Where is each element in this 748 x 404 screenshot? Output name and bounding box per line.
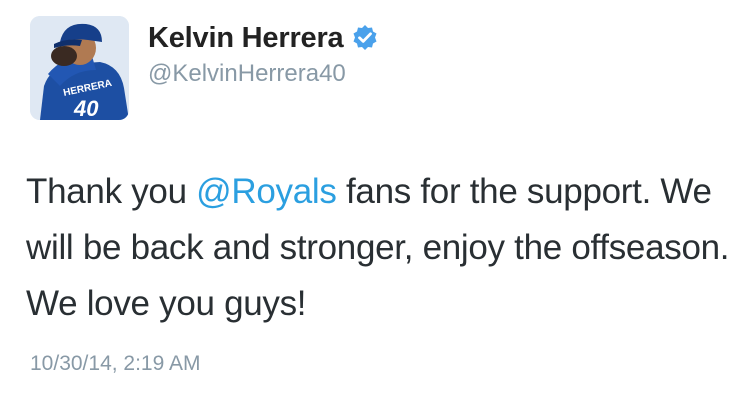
author-name-row: Kelvin Herrera [148,20,379,56]
tweet-timestamp[interactable]: 10/30/14, 2:19 AM [30,352,200,376]
author-display-name[interactable]: Kelvin Herrera [148,22,344,55]
avatar-image: HERRERA 40 [30,16,129,120]
mention-link[interactable]: @Royals [196,172,337,211]
tweet-text: Thank you @Royals fans for the support. … [26,164,746,332]
author-handle[interactable]: @KelvinHerrera40 [148,60,346,88]
verified-badge-icon [351,24,379,52]
tweet-card: HERRERA 40 Kelvin Herrera @KelvinHerrera… [0,0,748,404]
tweet-text-before: Thank you [26,172,197,211]
avatar-jersey-number: 40 [73,96,99,120]
avatar[interactable]: HERRERA 40 [30,16,129,120]
